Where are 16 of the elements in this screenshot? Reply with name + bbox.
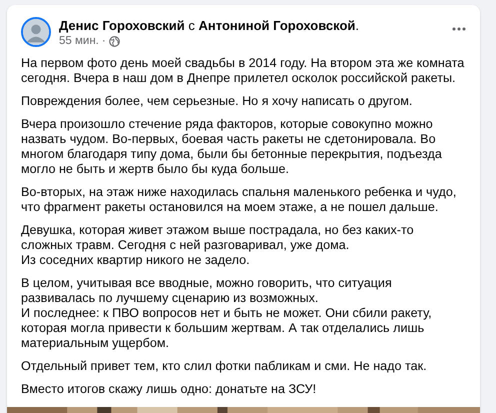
post-paragraph: Во-вторых, на этаж ниже находилась спальня маленького ребенка и чудо, что фрагмент ракеты остановился на моем этаже, а не пошел дальше.	[21, 185, 458, 215]
post-paragraph: Вместо итогов скажу лишь одно: донатьте на ЗСУ!	[21, 382, 318, 397]
post-time-link[interactable]: 55 мин.	[59, 34, 99, 48]
post-paragraph: Девушка, которая живет этажом выше пострадала, но без каких-то сложных травм. Сегодня с ней разговаривал, уже дома. Из соседних квартир никого не задело.	[21, 223, 415, 268]
avatar[interactable]	[21, 17, 51, 47]
post-header-text: Денис Гороховский с Антониной Гороховской.	[59, 17, 360, 34]
post-paragraph: Вчера произошло стечение ряда факторов, которые совокупно можно назвать чудом. Во-первых, боевая часть ракеты не сдетонировала. Во многом благодаря типу дома, были бы бетонные перекрытия, подъезда могло не быть и жертв было бы куда больше.	[21, 117, 443, 177]
post-paragraph: На первом фото день моей свадьбы в 2014 году. На втором эта же комната сегодня. Вчера в наш дом в Днепре прилетел осколок российской ракеты.	[21, 56, 466, 86]
author-link[interactable]: Денис Гороховский	[59, 18, 185, 33]
globe-icon	[108, 36, 120, 46]
more-options-icon[interactable]	[452, 27, 466, 31]
post-paragraph: Отдельный привет тем, кто слил фотки пабликам и сми. Не надо так.	[21, 359, 428, 374]
post-paragraph: В целом, учитывая все вводные, можно говорить, что ситуация развивалась по лучшему сценарию из возможных. И последнее: к ПВО вопросов нет и быть не может. Они сбили ракету, которая могла привести к большим жертвам. А так отделались лишь материальным ущербом.	[21, 276, 433, 351]
post-paragraph: Повреждения более, чем серьезные. Но я хочу написать о другом.	[21, 94, 414, 109]
separator-dot: ·	[102, 34, 106, 48]
tagged-person-link[interactable]: Антониной Гороховской	[198, 18, 356, 33]
